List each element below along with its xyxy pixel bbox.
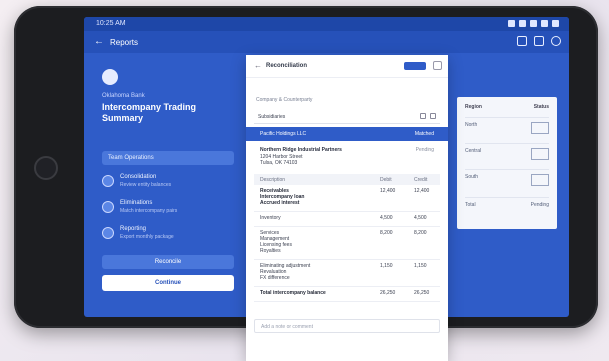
panel-headline: Intercompany Trading Summary: [102, 102, 197, 123]
status-icons: [508, 20, 559, 27]
filter-icon[interactable]: [420, 113, 426, 119]
feature-item: Reporting Export monthly package: [102, 225, 232, 241]
logo-icon: [102, 69, 118, 85]
row-description: Services Management Licensing fees Royaltie…: [260, 230, 292, 254]
table-row[interactable]: Services Management Licensing fees Royaltie…: [254, 227, 440, 260]
status-badge: [404, 62, 426, 70]
checkbox-icon[interactable]: [531, 148, 549, 160]
back-arrow-icon[interactable]: ←: [94, 36, 104, 47]
feature-subtitle: Review entity balances: [120, 182, 172, 188]
section-label: Company & Counterparty: [256, 97, 313, 103]
header-debit: Debit: [380, 177, 392, 183]
row-debit: 8,200: [380, 230, 393, 236]
chevron-down-icon[interactable]: [430, 113, 436, 119]
selected-entity-status: Matched: [414, 131, 434, 137]
field-label: Subsidiaries: [258, 114, 286, 120]
feature-title: Reporting: [120, 226, 147, 232]
row-debit: 12,400: [380, 188, 396, 194]
note-input[interactable]: Add a note or comment: [254, 319, 440, 333]
row-credit: 12,400: [414, 188, 430, 194]
app-bar-title: Reports: [110, 38, 139, 47]
info-panel: Oklahoma Bank Intercompany Trading Summa…: [84, 53, 234, 317]
side-footer-label: Total: [465, 202, 476, 208]
consolidation-icon: [102, 175, 114, 187]
row-debit: 4,500: [380, 215, 393, 221]
signal-icon: [508, 20, 515, 27]
more-icon[interactable]: [433, 61, 442, 70]
side-footer: Total Pending: [465, 197, 549, 218]
side-row-label: Central: [465, 148, 482, 154]
card-title: Reconciliation: [266, 63, 308, 69]
side-row[interactable]: North: [465, 117, 549, 138]
row-description: Receivables Intercompany loan Accrued inte…: [260, 188, 305, 206]
row-credit: 1,150: [414, 263, 427, 269]
table-header: Description Debit Credit: [254, 174, 440, 185]
alarm-icon: [541, 20, 548, 27]
header-description: Description: [260, 177, 286, 183]
battery-icon: [530, 20, 537, 27]
reconcile-button[interactable]: Reconcile: [102, 255, 234, 269]
feature-title: Consolidation: [120, 174, 157, 180]
account-icon[interactable]: [551, 36, 561, 46]
row-description: Eliminating adjustment Revaluation FX diff…: [260, 263, 311, 281]
row-credit: 4,500: [414, 215, 427, 221]
feature-item: Consolidation Review entity balances: [102, 173, 232, 189]
table-row[interactable]: Receivables Intercompany loan Accrued inte…: [254, 185, 440, 212]
side-panel-header: Region Status: [465, 104, 549, 110]
bluetooth-icon: [552, 20, 559, 27]
side-row[interactable]: Central: [465, 143, 549, 164]
address-line-1: Northern Ridge Industrial Partners: [260, 147, 342, 153]
app-bar: ← Reports: [84, 31, 569, 53]
counterparty-address: Northern Ridge Industrial Partners 1204 …: [260, 147, 440, 171]
feature-subtitle: Match intercompany pairs: [120, 208, 178, 214]
feature-subtitle: Export monthly package: [120, 234, 174, 240]
side-header-region: Region: [465, 104, 482, 110]
row-debit: 26,250: [380, 290, 396, 296]
grid-icon[interactable]: [534, 36, 544, 46]
feature-item: Eliminations Match intercompany pairs: [102, 199, 232, 215]
status-bar: 10:25 AM: [84, 17, 569, 31]
team-pill[interactable]: Team Operations: [102, 151, 234, 165]
side-row-label: South: [465, 174, 479, 180]
side-header-status: Status: [533, 104, 549, 110]
checkbox-icon[interactable]: [531, 122, 549, 134]
app-bar-actions: [517, 36, 561, 46]
feature-title: Eliminations: [120, 200, 153, 206]
selected-entity-name: Pacific Holdings LLC: [260, 131, 307, 137]
field-actions: [420, 113, 436, 119]
table-row[interactable]: Eliminating adjustment Revaluation FX diff…: [254, 260, 440, 287]
status-time: 10:25 AM: [96, 20, 126, 27]
checkbox-icon[interactable]: [531, 174, 549, 186]
row-description: Inventory: [260, 215, 281, 221]
search-icon[interactable]: [517, 36, 527, 46]
row-debit: 1,150: [380, 263, 393, 269]
address-line-3: Tulsa, OK 74103: [260, 160, 298, 166]
side-footer-value: Pending: [530, 202, 549, 208]
header-credit: Credit: [414, 177, 428, 183]
reconciliation-card: ← Reconciliation Company & Counterparty …: [246, 55, 448, 361]
close-icon[interactable]: ←: [254, 61, 262, 70]
side-row-label: North: [465, 122, 478, 128]
card-header: ← Reconciliation: [246, 55, 448, 78]
home-button[interactable]: [34, 156, 58, 180]
subsidiaries-field[interactable]: Subsidiaries: [254, 111, 440, 124]
address-status: Pending: [415, 147, 434, 153]
table-row[interactable]: Total intercompany balance 26,250 26,250: [254, 287, 440, 302]
side-row[interactable]: South: [465, 169, 549, 190]
eliminations-icon: [102, 201, 114, 213]
wifi-icon: [519, 20, 526, 27]
side-summary-panel: Region Status North Central South Total …: [457, 97, 557, 229]
table-row[interactable]: Inventory 4,500 4,500: [254, 212, 440, 227]
row-description: Total intercompany balance: [260, 290, 326, 296]
ledger-table: Description Debit Credit Receivables Inte…: [254, 174, 440, 302]
table-body: Receivables Intercompany loan Accrued inte…: [254, 185, 440, 302]
row-credit: 26,250: [414, 290, 430, 296]
continue-button[interactable]: Continue: [102, 275, 234, 291]
reporting-icon: [102, 227, 114, 239]
row-credit: 8,200: [414, 230, 427, 236]
selected-entity-row[interactable]: Pacific Holdings LLC Matched: [246, 127, 448, 141]
eyebrow-text: Oklahoma Bank: [102, 93, 145, 99]
